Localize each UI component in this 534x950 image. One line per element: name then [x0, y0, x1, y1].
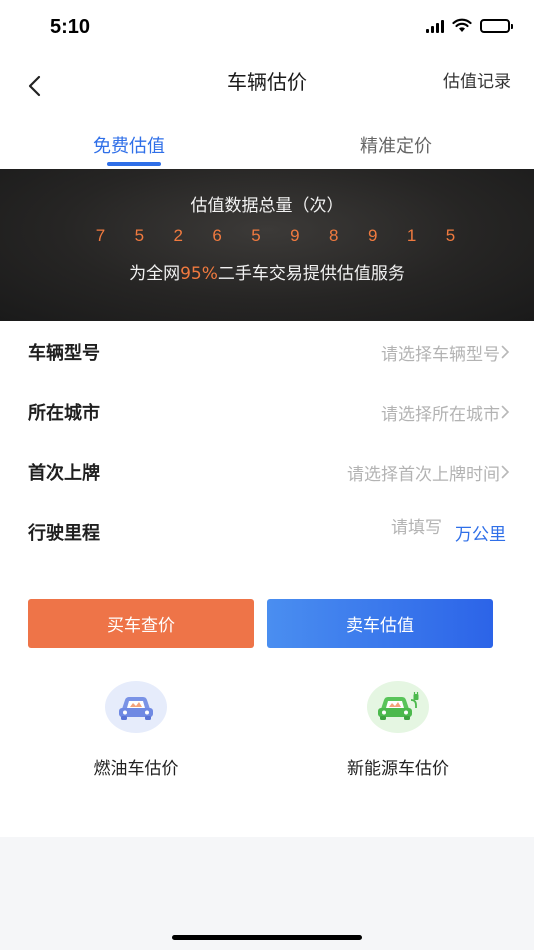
wifi-icon [452, 18, 472, 32]
banner-subtitle: 为全网95%二手车交易提供估值服务 [0, 259, 534, 284]
status-time: 5:10 [50, 16, 91, 38]
nav-bar: 车辆估价 估值记录 [0, 56, 534, 116]
counter-digit: 7 [95, 226, 106, 245]
city-row[interactable]: 所在城市 请选择所在城市 [0, 381, 534, 441]
mileage-row: 行驶里程 万公里 [0, 501, 534, 561]
valuation-history-link[interactable]: 估值记录 [443, 67, 511, 92]
city-placeholder: 请选择所在城市 [381, 405, 500, 425]
vehicle-model-label: 车辆型号 [28, 343, 100, 364]
counter-digit: 5 [445, 226, 456, 245]
banner-subtitle-highlight: 95% [180, 264, 218, 284]
fuel-car-icon [105, 681, 167, 733]
mileage-unit: 万公里 [455, 525, 506, 545]
counter-digit: 9 [367, 226, 378, 245]
counter-digit: 5 [251, 226, 261, 245]
chevron-right-icon [501, 405, 510, 419]
stats-banner: 估值数据总量（次） 7 5 2 6 5 9 8 9 1 5 为全网95%二手车交… [0, 169, 534, 321]
status-icons [426, 18, 513, 33]
electric-car-valuation-entry[interactable]: 新能源车估价 [298, 681, 498, 779]
counter-digit: 6 [212, 226, 222, 245]
city-label: 所在城市 [28, 403, 100, 424]
chevron-right-icon [501, 465, 510, 479]
vehicle-model-placeholder: 请选择车辆型号 [381, 345, 500, 365]
chevron-right-icon [501, 345, 510, 359]
fuel-car-valuation-label: 燃油车估价 [93, 759, 179, 779]
buy-car-price-check-button[interactable]: 买车查价 [28, 599, 254, 648]
counter-digit: 5 [134, 226, 145, 245]
vehicle-model-row[interactable]: 车辆型号 请选择车辆型号 [0, 321, 534, 381]
valuation-counter: 7 5 2 6 5 9 8 9 1 5 [81, 226, 470, 246]
counter-digit: 2 [173, 226, 183, 245]
sell-car-valuation-button[interactable]: 卖车估值 [267, 599, 493, 648]
status-bar: 5:10 [0, 0, 534, 56]
first-registration-row[interactable]: 首次上牌 请选择首次上牌时间 [0, 441, 534, 501]
electric-car-icon [367, 681, 429, 733]
tab-bar: 免费估值 精准定价 [0, 116, 534, 170]
banner-subtitle-suffix: 二手车交易提供估值服务 [217, 264, 405, 284]
counter-digit: 1 [406, 226, 417, 245]
first-registration-placeholder: 请选择首次上牌时间 [347, 465, 500, 485]
home-indicator [172, 935, 362, 940]
fuel-car-valuation-entry[interactable]: 燃油车估价 [36, 681, 236, 779]
electric-car-valuation-label: 新能源车估价 [347, 759, 449, 779]
mileage-input[interactable] [362, 518, 442, 538]
active-tab-indicator [107, 162, 161, 166]
counter-digit: 9 [290, 226, 300, 245]
tab-precise-pricing[interactable]: 精准定价 [360, 132, 432, 158]
counter-digit: 8 [329, 226, 339, 245]
valuation-form: 车辆型号 请选择车辆型号 所在城市 请选择所在城市 首次上牌 请选择首次上牌时间… [0, 321, 534, 837]
first-registration-label: 首次上牌 [28, 463, 100, 484]
battery-icon [480, 18, 513, 33]
mileage-label: 行驶里程 [28, 523, 100, 544]
banner-title: 估值数据总量（次） [190, 196, 344, 216]
tab-free-valuation[interactable]: 免费估值 [93, 132, 165, 158]
cellular-signal-icon [426, 19, 444, 33]
banner-subtitle-prefix: 为全网 [129, 264, 181, 284]
